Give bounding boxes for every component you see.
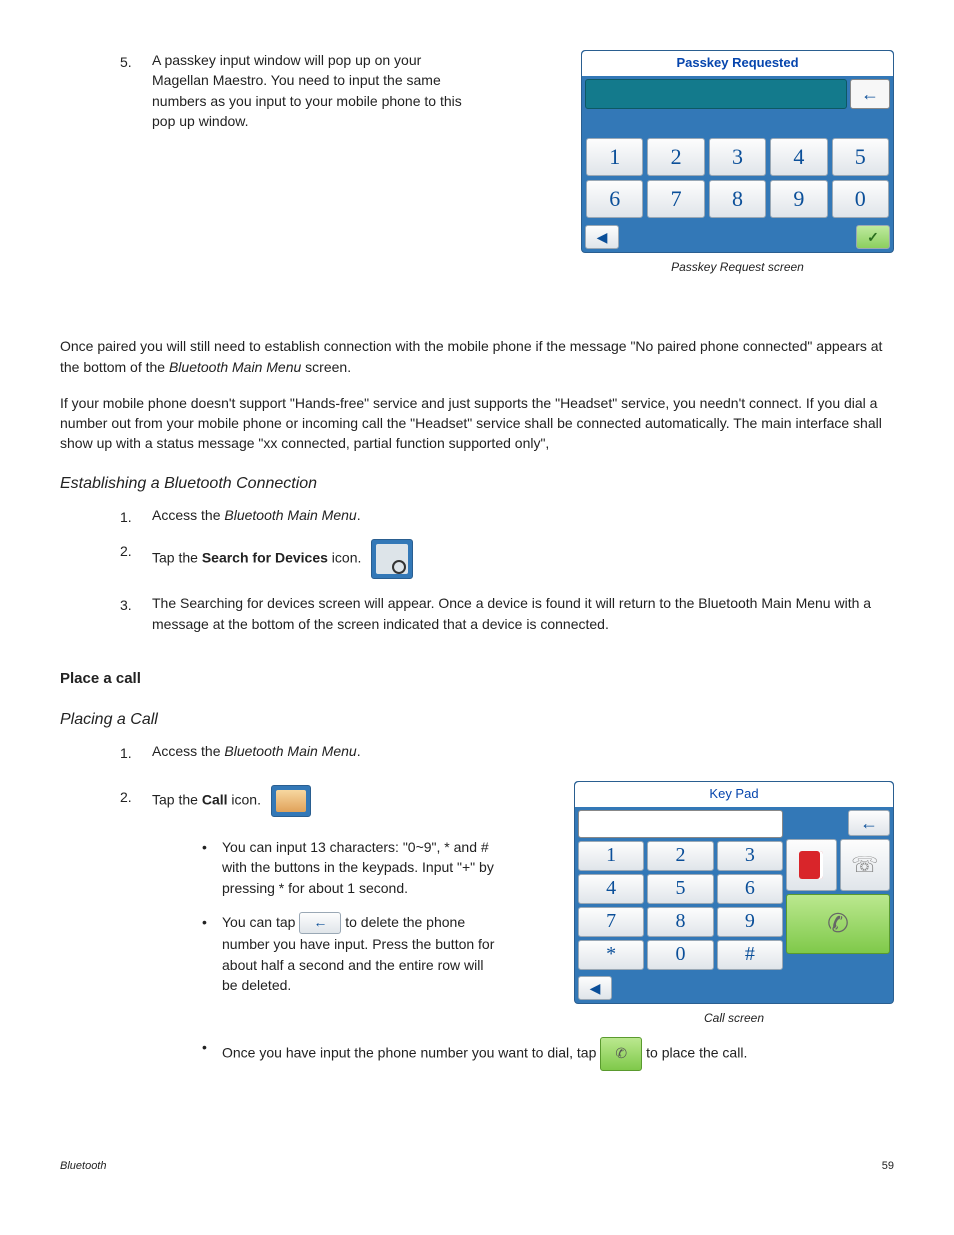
contacts-icon[interactable] — [786, 839, 837, 891]
backspace-icon: ← — [299, 912, 341, 934]
backspace-button[interactable]: ← — [850, 79, 890, 109]
kp-5[interactable]: 5 — [647, 874, 713, 904]
footer-page-number: 59 — [882, 1159, 894, 1175]
est-step2: Tap the Search for Devices icon. — [152, 539, 894, 593]
redial-icon[interactable]: ☏ — [840, 839, 891, 891]
keypad-prev-button[interactable]: ◀ — [578, 976, 612, 1000]
kp-6[interactable]: 6 — [717, 874, 783, 904]
pl-step2: Tap the Call icon. • You can input 13 ch… — [152, 785, 502, 1023]
passkey-ok-button[interactable]: ✓ — [856, 225, 890, 249]
keypad-title: Key Pad — [575, 782, 893, 807]
keypad-caption: Call screen — [574, 1010, 894, 1027]
key-1[interactable]: 1 — [586, 138, 643, 176]
kp-4[interactable]: 4 — [578, 874, 644, 904]
bullet-input-chars: You can input 13 characters: "0~9", * an… — [222, 837, 502, 898]
key-7[interactable]: 7 — [647, 180, 704, 218]
keypad-input-field[interactable] — [578, 810, 783, 838]
paragraph-pairing: Once paired you will still need to estab… — [60, 336, 894, 377]
keypad-backspace-button[interactable]: ← — [848, 810, 890, 836]
est-step3: The Searching for devices screen will ap… — [152, 593, 894, 648]
key-0[interactable]: 0 — [832, 180, 889, 218]
key-4[interactable]: 4 — [770, 138, 827, 176]
key-9[interactable]: 9 — [770, 180, 827, 218]
kp-0[interactable]: 0 — [647, 940, 713, 970]
kp-9[interactable]: 9 — [717, 907, 783, 937]
keypad-figure: Key Pad 1 2 3 4 5 6 7 8 9 * 0 — [574, 781, 894, 1027]
kp-hash[interactable]: # — [717, 940, 783, 970]
step5-text: A passkey input window will pop up on yo… — [152, 50, 480, 145]
keypad-device: Key Pad 1 2 3 4 5 6 7 8 9 * 0 — [574, 781, 894, 1004]
kp-star[interactable]: * — [578, 940, 644, 970]
passkey-number-grid: 1 2 3 4 5 6 7 8 9 0 — [582, 134, 893, 222]
place-call-heading: Place a call — [60, 668, 894, 690]
bullet-place-call: Once you have input the phone number you… — [222, 1037, 747, 1071]
page-footer: Bluetooth 59 — [60, 1159, 894, 1175]
key-5[interactable]: 5 — [832, 138, 889, 176]
kp-7[interactable]: 7 — [578, 907, 644, 937]
placing-call-heading: Placing a Call — [60, 708, 894, 731]
est-step1: Access the Bluetooth Main Menu. — [152, 505, 894, 539]
passkey-prev-button[interactable]: ◀ — [585, 225, 619, 249]
passkey-caption: Passkey Request screen — [581, 259, 894, 276]
passkey-title: Passkey Requested — [582, 51, 893, 76]
key-2[interactable]: 2 — [647, 138, 704, 176]
passkey-figure: Passkey Requested ← 1 2 3 4 5 6 7 8 9 0 … — [581, 50, 894, 276]
footer-section: Bluetooth — [60, 1159, 106, 1175]
call-icon — [271, 785, 311, 817]
kp-8[interactable]: 8 — [647, 907, 713, 937]
kp-2[interactable]: 2 — [647, 841, 713, 871]
kp-3[interactable]: 3 — [717, 841, 783, 871]
key-6[interactable]: 6 — [586, 180, 643, 218]
passkey-input-field[interactable] — [585, 79, 847, 109]
passkey-device: Passkey Requested ← 1 2 3 4 5 6 7 8 9 0 … — [581, 50, 894, 253]
key-8[interactable]: 8 — [709, 180, 766, 218]
search-devices-icon — [371, 539, 413, 579]
pl-step1: Access the Bluetooth Main Menu. — [152, 741, 361, 775]
keypad-grid: 1 2 3 4 5 6 7 8 9 * 0 # — [578, 841, 783, 970]
dial-button[interactable]: ✆ — [786, 894, 890, 954]
dial-icon: ✆ — [600, 1037, 642, 1071]
paragraph-handsfree: If your mobile phone doesn't support "Ha… — [60, 393, 894, 454]
step5-number: 5. — [120, 50, 152, 145]
key-3[interactable]: 3 — [709, 138, 766, 176]
kp-1[interactable]: 1 — [578, 841, 644, 871]
establishing-heading: Establishing a Bluetooth Connection — [60, 472, 894, 495]
bullet-delete: You can tap ← to delete the phone number… — [222, 912, 502, 995]
